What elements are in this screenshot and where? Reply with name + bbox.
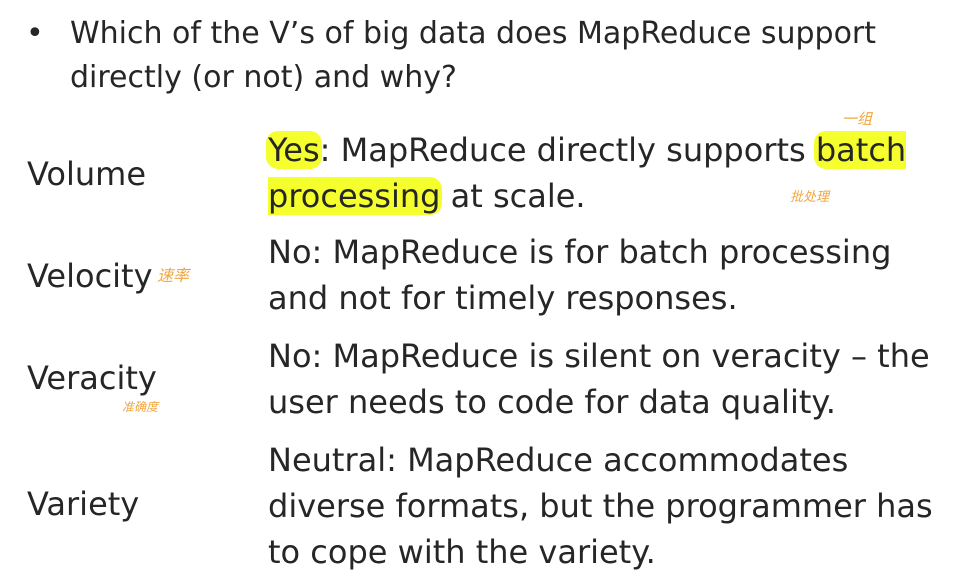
- annotation-batch-top: 一组: [842, 110, 873, 128]
- answer-veracity: No: MapReduce is silent on veracity – th…: [268, 337, 930, 421]
- question-text: Which of the V’s of big data does MapRed…: [70, 16, 877, 95]
- annotation-velocity: 速率: [157, 266, 190, 285]
- bullet-marker: •: [26, 16, 44, 51]
- answer-velocity: No: MapReduce is for batch processing an…: [268, 233, 892, 317]
- label-velocity: Velocity: [27, 257, 153, 295]
- annotation-batch-bottom: 批处理: [790, 190, 830, 205]
- label-variety: Variety: [27, 485, 140, 523]
- slide: • Which of the V’s of big data does MapR…: [0, 0, 970, 572]
- label-volume: Volume: [27, 155, 147, 193]
- answer-volume: Yes: MapReduce directly supports batch p…: [266, 127, 958, 219]
- label-veracity: Veracity: [27, 359, 157, 397]
- answer-volume-text1: : MapReduce directly supports: [319, 131, 816, 169]
- highlight-yes: Yes: [266, 131, 322, 169]
- answer-variety: Neutral: MapReduce accommodates diverse …: [268, 441, 933, 571]
- answer-volume-text2: at scale.: [440, 177, 586, 215]
- annotation-veracity: 准确度: [122, 400, 159, 414]
